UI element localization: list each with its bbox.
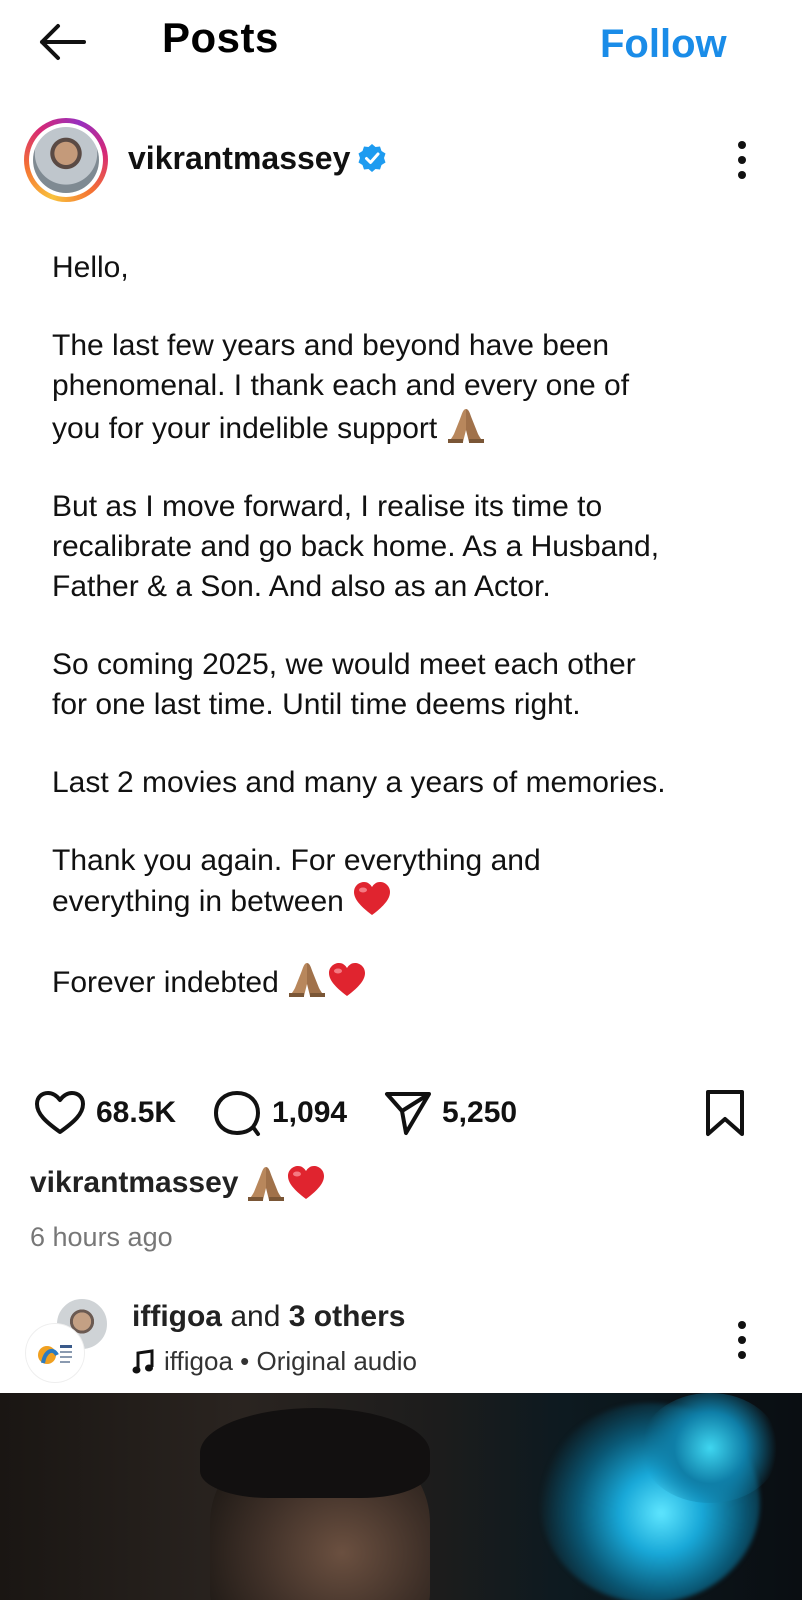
post-header: vikrantmassey (0, 110, 802, 206)
caption-paragraph: The last few years and beyond have been … (52, 329, 630, 445)
caption-paragraph: So coming 2025, we would meet each other… (52, 648, 636, 721)
red-heart-icon (354, 882, 391, 915)
caption-paragraph: Last 2 movies and many a years of memori… (52, 766, 666, 799)
post-timestamp: 6 hours ago (30, 1222, 173, 1252)
collab-avatars[interactable] (26, 1296, 116, 1382)
bookmark-icon[interactable] (704, 1089, 746, 1137)
verified-badge-icon (358, 144, 386, 172)
post-actions: 68.5K 1,094 5,250 (0, 1085, 802, 1141)
caption-greeting: Hello, (52, 251, 129, 284)
more-vertical-icon[interactable] (735, 1320, 749, 1360)
next-post-header: iffigoa and 3 others iffigoa • Original … (0, 1290, 802, 1390)
like-button[interactable]: 68.5K (34, 1085, 176, 1141)
follow-button[interactable]: Follow (600, 22, 727, 67)
post-caption: Hello, The last few years and beyond hav… (52, 248, 772, 1041)
avatar[interactable] (24, 118, 108, 202)
caption-author-row: vikrantmassey (30, 1164, 326, 1202)
post-username[interactable]: vikrantmassey (128, 140, 350, 177)
iffi-logo-icon (38, 1345, 72, 1364)
caption-author[interactable]: vikrantmassey (30, 1166, 238, 1200)
more-vertical-icon[interactable] (735, 140, 749, 180)
folded-hands-icon (248, 1167, 285, 1201)
caption-paragraph: Thank you again. For everything and ever… (52, 844, 541, 918)
avatar (26, 1324, 84, 1382)
red-heart-icon (288, 1166, 325, 1199)
video-preview[interactable] (0, 1393, 802, 1600)
caption-paragraph: But as I move forward, I realise its tim… (52, 490, 660, 603)
folded-hands-icon (447, 409, 484, 443)
page-title: Posts (162, 14, 279, 61)
like-count: 68.5K (96, 1096, 177, 1129)
music-note-icon (132, 1348, 154, 1373)
comment-button[interactable]: 1,094 (212, 1085, 347, 1141)
folded-hands-icon (289, 963, 326, 997)
arrow-left-icon (40, 24, 86, 60)
next-post-title[interactable]: iffigoa and 3 others (132, 1300, 405, 1334)
share-button[interactable]: 5,250 (384, 1085, 517, 1141)
top-bar: Posts Follow (0, 0, 802, 90)
comment-icon (214, 1091, 260, 1136)
red-heart-icon (329, 963, 366, 996)
audio-label[interactable]: iffigoa • Original audio (132, 1346, 417, 1377)
heart-outline-icon (35, 1091, 85, 1134)
share-count: 5,250 (442, 1096, 518, 1129)
caption-paragraph: Forever indebted (52, 960, 772, 1003)
back-button[interactable] (36, 22, 88, 62)
send-icon (385, 1092, 431, 1135)
comment-count: 1,094 (272, 1096, 348, 1129)
